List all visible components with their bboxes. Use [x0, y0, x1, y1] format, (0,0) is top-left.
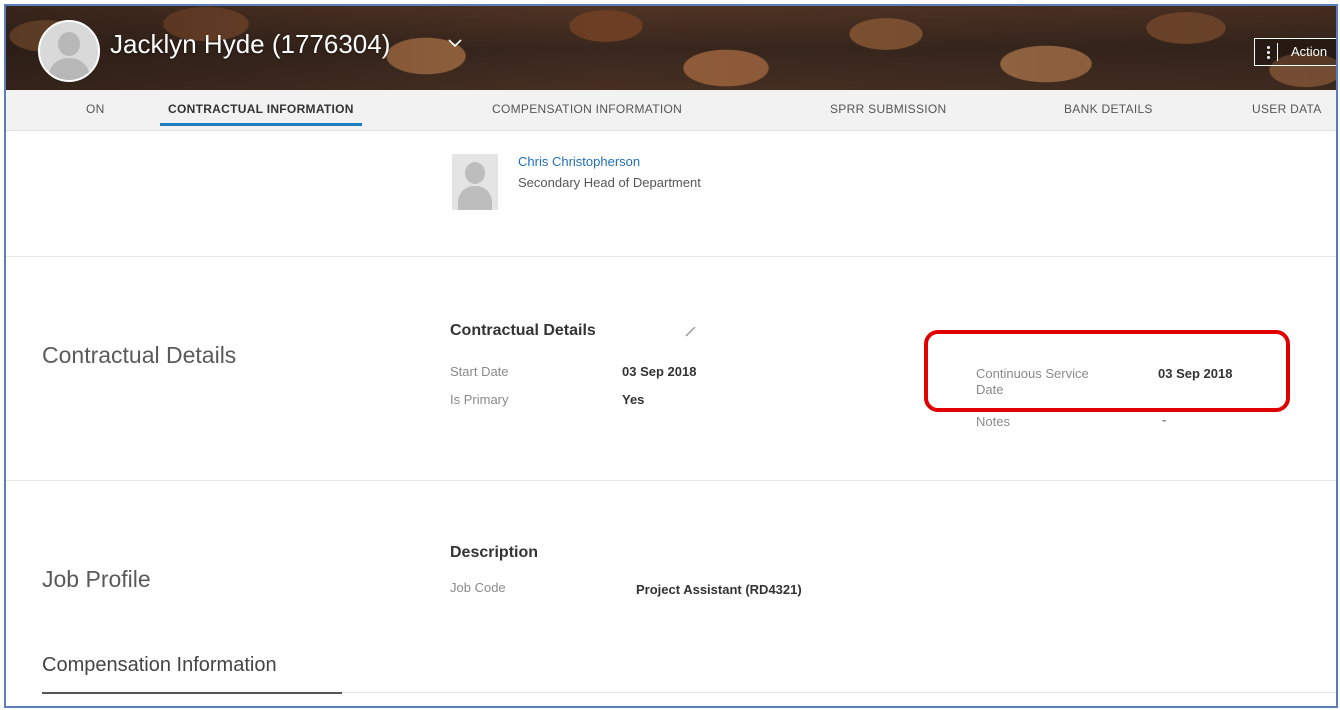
section-underline: [42, 692, 342, 694]
tab-strip: ON CONTRACTUAL INFORMATION COMPENSATION …: [6, 90, 1336, 131]
pencil-icon[interactable]: [684, 324, 698, 338]
job-code-value: Project Assistant (RD4321): [636, 582, 802, 597]
notes-label: Notes: [976, 414, 1010, 429]
employee-name[interactable]: Jacklyn Hyde (1776304): [110, 28, 390, 60]
tab-sprr-submission[interactable]: SPRR SUBMISSION: [830, 90, 947, 130]
section-title-compensation-information[interactable]: Compensation Information: [42, 654, 277, 677]
start-date-value: 03 Sep 2018: [622, 364, 697, 379]
highlight-box: [924, 330, 1290, 412]
section-divider: [6, 256, 1336, 257]
manager-name-link[interactable]: Chris Christopherson: [518, 154, 640, 169]
card-title-contractual-details: Contractual Details: [450, 322, 596, 339]
manager-role: Secondary Head of Department: [518, 175, 701, 190]
app-window: Jacklyn Hyde (1776304) Action ON CONTRAC…: [4, 4, 1338, 708]
section-title-job-profile: Job Profile: [42, 566, 151, 592]
manager-photo: [452, 154, 498, 210]
employee-avatar[interactable]: [38, 20, 100, 82]
job-code-label: Job Code: [450, 580, 506, 595]
tab-user-data[interactable]: USER DATA: [1252, 90, 1322, 130]
notes-value: -: [1162, 412, 1167, 427]
card-title-description: Description: [450, 544, 539, 561]
is-primary-value: Yes: [622, 392, 645, 407]
start-date-label: Start Date: [450, 364, 509, 379]
chevron-down-icon[interactable]: [446, 34, 464, 52]
tab-compensation-information[interactable]: COMPENSATION INFORMATION: [492, 90, 682, 130]
section-title-contractual-details: Contractual Details: [42, 342, 237, 368]
is-primary-label: Is Primary: [450, 392, 509, 407]
actions-button[interactable]: Action: [1254, 38, 1336, 66]
tab-contractual-information[interactable]: CONTRACTUAL INFORMATION: [160, 90, 362, 130]
tab-on[interactable]: ON: [86, 90, 105, 130]
more-vertical-icon: [1261, 43, 1278, 61]
tab-bank-details[interactable]: BANK DETAILS: [1064, 90, 1153, 130]
section-divider: [6, 480, 1336, 481]
